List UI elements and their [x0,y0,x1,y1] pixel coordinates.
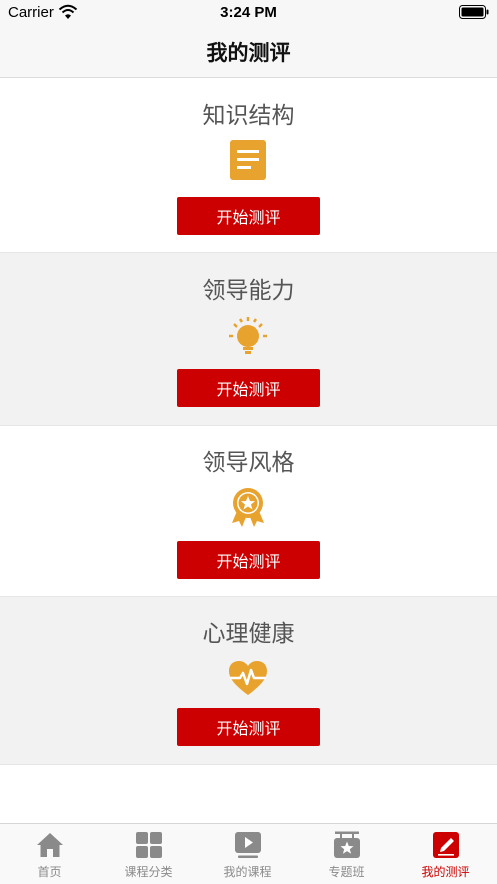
section-leadership-ability: 领导能力 开始测评 [0,253,497,426]
section-title: 领导风格 [202,450,295,476]
star-board-icon [334,831,360,858]
section-title: 领导能力 [202,278,295,304]
tab-my-courses[interactable]: 我的课程 [198,824,297,884]
section-title: 知识结构 [202,103,295,129]
tab-label: 专题班 [328,865,365,879]
page-title: 我的测评 [206,41,291,65]
section-leadership-style: 领导风格 开始测评 [0,426,497,597]
section-title: 心理健康 [202,621,295,647]
tab-label: 我的课程 [223,865,272,879]
clock: 3:24 PM [220,4,277,21]
video-play-icon [235,832,261,858]
tab-bar: 首页 课程分类 我的课程 专题班 我的测评 [0,823,497,884]
lightbulb-icon [229,317,267,354]
tab-special-class[interactable]: 专题班 [297,824,396,884]
tab-label: 课程分类 [124,865,173,879]
evaluation-icon [433,832,459,858]
start-evaluation-button[interactable]: 开始测评 [177,708,320,746]
grid-icon [136,832,162,858]
start-evaluation-button[interactable]: 开始测评 [177,369,320,407]
document-icon [230,140,266,180]
tab-my-evaluation[interactable]: 我的测评 [396,824,495,884]
award-badge-icon [232,488,264,527]
battery-icon [459,5,489,19]
tab-label: 首页 [37,865,62,879]
home-icon [37,833,63,857]
nav-bar: 我的测评 [0,26,497,78]
section-mental-health: 心理健康 开始测评 [0,597,497,765]
start-evaluation-button[interactable]: 开始测评 [177,541,320,579]
start-evaluation-button[interactable]: 开始测评 [177,197,320,235]
tab-course-categories[interactable]: 课程分类 [99,824,198,884]
section-knowledge-structure: 知识结构 开始测评 [0,78,497,253]
tab-label: 我的测评 [421,865,470,879]
status-bar: Carrier 3:24 PM [0,0,497,26]
tab-home[interactable]: 首页 [0,824,99,884]
heart-pulse-icon [229,661,267,695]
